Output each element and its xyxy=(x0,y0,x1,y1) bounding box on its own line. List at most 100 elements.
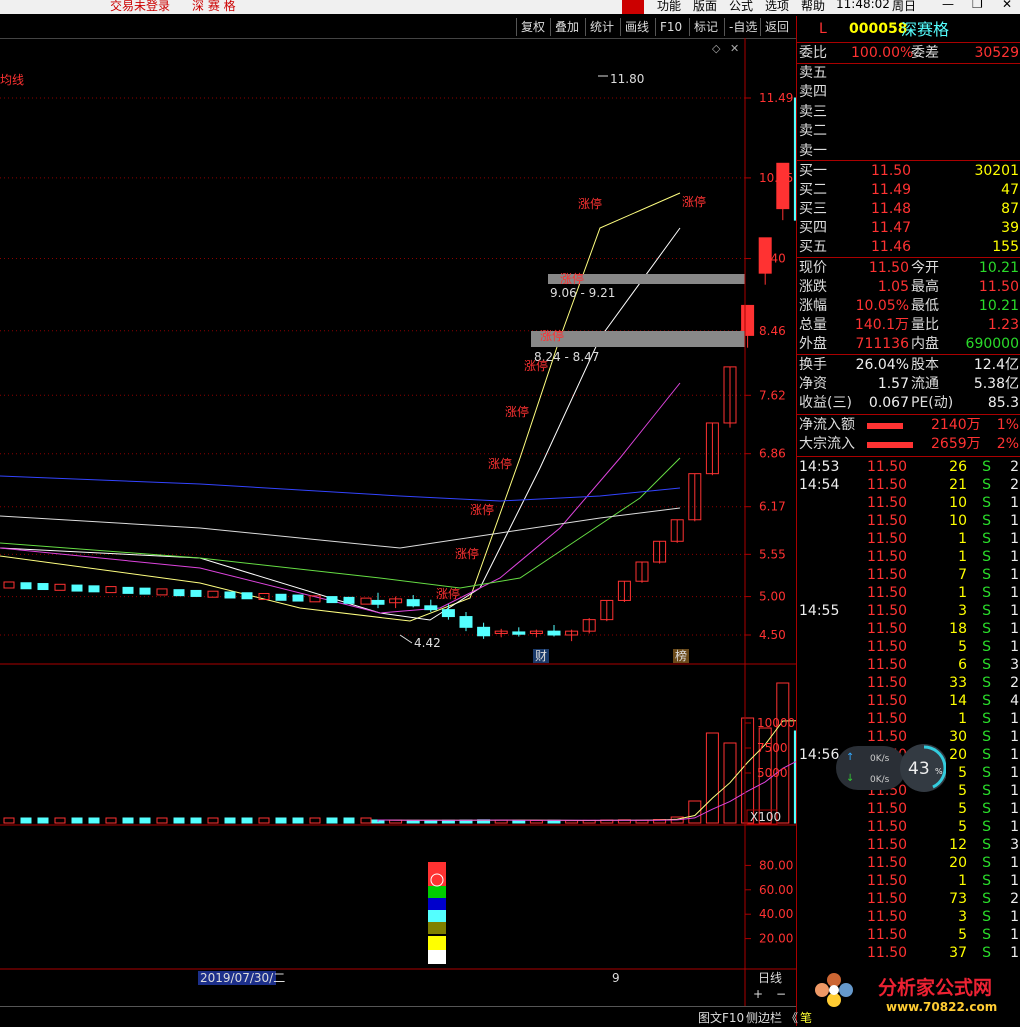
buy-price: 11.50 xyxy=(871,163,912,179)
sell-level-row: 卖三 xyxy=(797,103,1020,122)
date-label: 2019/07/30/二 xyxy=(200,971,285,985)
tick-count: 1 xyxy=(1010,819,1019,835)
candle-body xyxy=(512,631,526,635)
btn-adjust[interactable]: 复权 xyxy=(516,18,549,36)
btn-back[interactable]: 返回 xyxy=(760,18,793,36)
tick-count: 3 xyxy=(1010,837,1019,853)
stat-value: 690000 xyxy=(965,336,1019,352)
volume-bar xyxy=(3,817,15,824)
price-tick-label: 8.46 xyxy=(759,324,786,338)
tick-side: S xyxy=(982,531,991,547)
f10-link[interactable]: 图文F10 xyxy=(698,1009,744,1026)
download-speed: 0K/s xyxy=(870,775,890,785)
osc-tick-label: 20.00 xyxy=(759,932,793,946)
price-tick-label: 6.17 xyxy=(759,500,786,514)
watermark-name: 分析家公式网 xyxy=(878,976,992,999)
zoom-in-button[interactable]: + xyxy=(753,987,763,1001)
candle-body xyxy=(424,605,438,611)
trade-tab[interactable]: 笔 xyxy=(800,1009,812,1026)
tick-side: S xyxy=(982,513,991,529)
top-menu-bar: 交易未登录 深 赛 格 功能 版面 公式 选项 帮助 11:48:02 周日 —… xyxy=(0,0,1020,14)
candle-body xyxy=(292,594,304,602)
market-flag: L xyxy=(819,21,827,37)
volume-bar xyxy=(326,817,338,824)
volume-bar xyxy=(88,817,100,824)
diamond-icon[interactable]: ◇ xyxy=(712,42,721,55)
restore-icon[interactable]: ❐ xyxy=(972,0,983,11)
event-finance-label[interactable]: 财 xyxy=(535,649,547,663)
btn-mark[interactable]: 标记 xyxy=(689,18,722,36)
tick-volume: 1 xyxy=(958,873,967,889)
event-list-label[interactable]: 榜 xyxy=(675,648,687,663)
tick-side: S xyxy=(982,675,991,691)
signal-block xyxy=(428,950,446,964)
kline-chart[interactable]: 均线 ◇ ✕ 11.4910.459.408.467.626.866.175.5… xyxy=(0,38,796,1006)
login-status[interactable]: 交易未登录 xyxy=(110,0,170,14)
tick-price: 11.50 xyxy=(867,567,908,583)
menu-formula[interactable]: 公式 xyxy=(729,0,753,14)
stat-label: 现价 xyxy=(799,260,827,276)
tick-price: 11.50 xyxy=(867,585,908,601)
fundamental-value: 5.38亿 xyxy=(973,376,1019,392)
sidebar-toggle[interactable]: 侧边栏 xyxy=(746,1009,782,1026)
volume-bar xyxy=(173,817,185,824)
network-speed-widget[interactable]: ↑ 0K/s ↓ 0K/s 43 % xyxy=(836,740,946,798)
btn-f10[interactable]: F10 xyxy=(655,18,686,36)
volume-bar xyxy=(512,819,526,824)
tick-side: S xyxy=(982,819,991,835)
volume-tick-label: 10000 xyxy=(757,716,795,730)
zoom-out-button[interactable]: − xyxy=(776,987,786,1001)
stat-label: 内盘 xyxy=(911,336,939,352)
volume-bar xyxy=(406,819,420,824)
btn-overlay[interactable]: 叠加 xyxy=(550,18,583,36)
tick-price: 11.50 xyxy=(867,873,908,889)
limit-up-label: 涨停 xyxy=(488,456,512,471)
close-icon[interactable]: ✕ xyxy=(1002,0,1012,11)
volume-bar xyxy=(224,817,236,824)
logo-icon[interactable] xyxy=(622,0,644,14)
volume-tick-label: 5000 xyxy=(757,766,788,780)
volume-bar xyxy=(122,817,134,824)
tick-side: S xyxy=(982,945,991,961)
moving-average-line xyxy=(0,475,681,502)
price-tick-label: 7.62 xyxy=(759,388,786,402)
flow-percent: 2% xyxy=(996,436,1019,452)
tick-row: 11.50 6 S 3 xyxy=(797,656,1020,675)
stat-label: 今开 xyxy=(911,260,939,276)
weekday: 周日 xyxy=(892,0,917,13)
btn-stats[interactable]: 统计 xyxy=(585,18,618,36)
tick-count: 1 xyxy=(1010,603,1019,619)
signal-ball-icon xyxy=(430,873,444,887)
buy-volume: 155 xyxy=(992,239,1019,255)
candle-body xyxy=(441,609,455,618)
menu-help[interactable]: 帮助 xyxy=(801,0,825,14)
tick-volume: 5 xyxy=(958,819,967,835)
plus-icon[interactable]: ✕ xyxy=(730,42,739,55)
tick-row: 11.50 33 S 2 xyxy=(797,674,1020,693)
tick-count: 1 xyxy=(1010,711,1019,727)
tick-price: 11.50 xyxy=(867,927,908,943)
tick-time: 14:53 xyxy=(799,459,840,475)
candle-body xyxy=(459,616,473,628)
volume-bar xyxy=(258,817,270,824)
tick-count: 1 xyxy=(1010,747,1019,763)
tick-price: 11.50 xyxy=(867,639,908,655)
tick-price: 11.50 xyxy=(867,477,908,493)
menu-function[interactable]: 功能 xyxy=(657,0,681,14)
tick-volume: 20 xyxy=(949,747,967,763)
tick-price: 11.50 xyxy=(867,657,908,673)
buy-volume: 39 xyxy=(1001,220,1019,236)
volume-unit: X100 xyxy=(750,810,781,824)
volume-bar xyxy=(241,817,253,824)
volume-bar xyxy=(105,817,117,824)
tick-price: 11.50 xyxy=(867,459,908,475)
tick-side: S xyxy=(982,927,991,943)
minimize-icon[interactable]: — xyxy=(942,0,954,11)
menu-options[interactable]: 选项 xyxy=(765,0,789,14)
collapse-arrow-icon[interactable]: 《 xyxy=(786,1009,798,1026)
btn-draw[interactable]: 画线 xyxy=(620,18,653,36)
btn-watchlist[interactable]: -自选 xyxy=(724,18,761,36)
period-label[interactable]: 日线 xyxy=(758,971,782,985)
menu-layout[interactable]: 版面 xyxy=(693,0,717,14)
candle-body xyxy=(190,589,202,597)
